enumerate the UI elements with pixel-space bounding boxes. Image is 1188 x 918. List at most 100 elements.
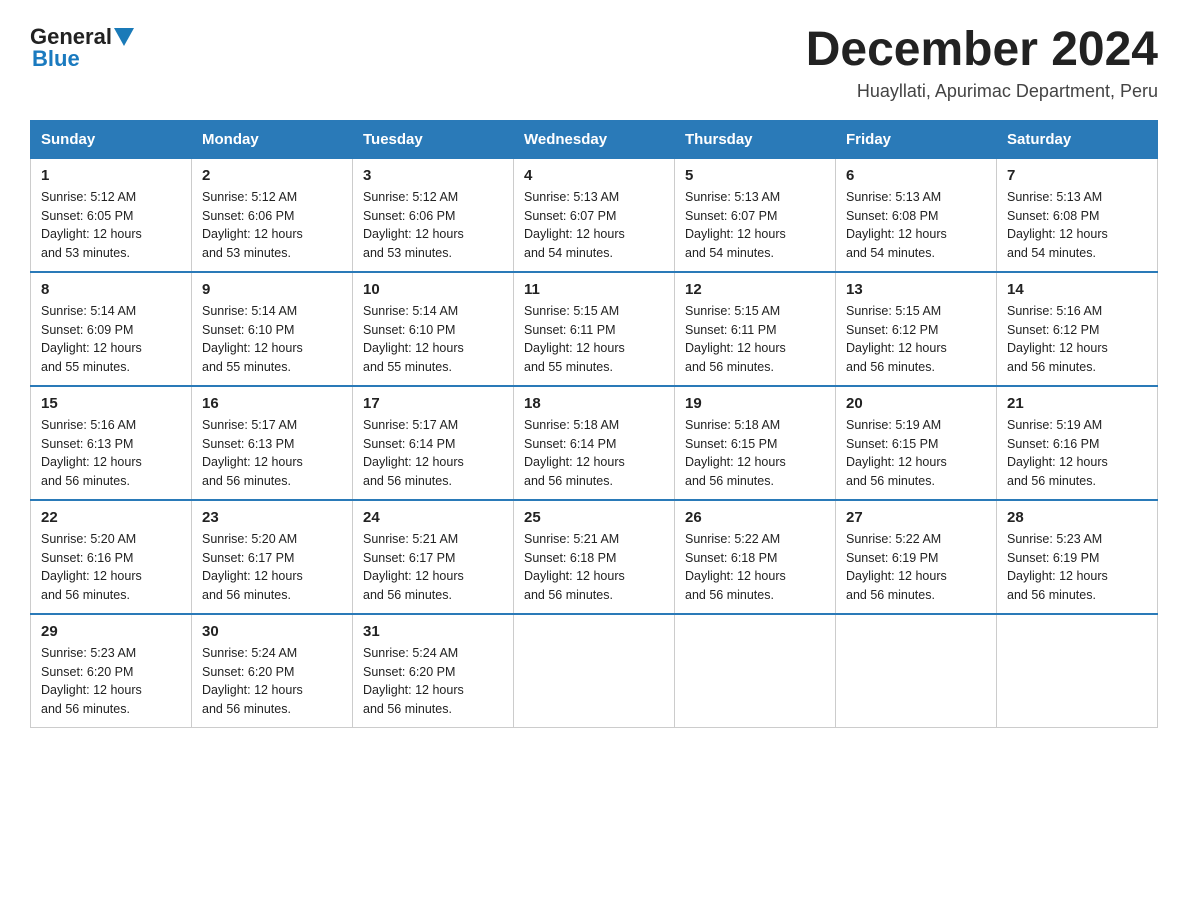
day-number: 12 — [685, 281, 825, 298]
day-number: 7 — [1007, 167, 1147, 184]
weekday-header-thursday: Thursday — [675, 120, 836, 158]
calendar-cell: 8 Sunrise: 5:14 AM Sunset: 6:09 PM Dayli… — [31, 272, 192, 386]
day-number: 26 — [685, 509, 825, 526]
day-info: Sunrise: 5:13 AM Sunset: 6:07 PM Dayligh… — [524, 188, 664, 263]
day-info: Sunrise: 5:15 AM Sunset: 6:11 PM Dayligh… — [524, 302, 664, 377]
day-info: Sunrise: 5:23 AM Sunset: 6:19 PM Dayligh… — [1007, 530, 1147, 605]
calendar-cell: 13 Sunrise: 5:15 AM Sunset: 6:12 PM Dayl… — [836, 272, 997, 386]
day-info: Sunrise: 5:22 AM Sunset: 6:19 PM Dayligh… — [846, 530, 986, 605]
weekday-header-wednesday: Wednesday — [514, 120, 675, 158]
calendar-cell: 5 Sunrise: 5:13 AM Sunset: 6:07 PM Dayli… — [675, 158, 836, 272]
day-number: 25 — [524, 509, 664, 526]
calendar-cell: 15 Sunrise: 5:16 AM Sunset: 6:13 PM Dayl… — [31, 386, 192, 500]
day-info: Sunrise: 5:24 AM Sunset: 6:20 PM Dayligh… — [202, 644, 342, 719]
calendar-cell: 7 Sunrise: 5:13 AM Sunset: 6:08 PM Dayli… — [997, 158, 1158, 272]
day-number: 1 — [41, 167, 181, 184]
day-number: 20 — [846, 395, 986, 412]
calendar-cell — [997, 614, 1158, 728]
day-number: 31 — [363, 623, 503, 640]
calendar-cell: 30 Sunrise: 5:24 AM Sunset: 6:20 PM Dayl… — [192, 614, 353, 728]
day-info: Sunrise: 5:24 AM Sunset: 6:20 PM Dayligh… — [363, 644, 503, 719]
day-info: Sunrise: 5:12 AM Sunset: 6:06 PM Dayligh… — [202, 188, 342, 263]
calendar-cell: 24 Sunrise: 5:21 AM Sunset: 6:17 PM Dayl… — [353, 500, 514, 614]
calendar-cell: 17 Sunrise: 5:17 AM Sunset: 6:14 PM Dayl… — [353, 386, 514, 500]
day-number: 14 — [1007, 281, 1147, 298]
page-header: General Blue December 2024 Huayllati, Ap… — [30, 24, 1158, 102]
calendar-cell: 26 Sunrise: 5:22 AM Sunset: 6:18 PM Dayl… — [675, 500, 836, 614]
day-number: 4 — [524, 167, 664, 184]
calendar-cell: 4 Sunrise: 5:13 AM Sunset: 6:07 PM Dayli… — [514, 158, 675, 272]
day-number: 13 — [846, 281, 986, 298]
calendar-title: December 2024 — [806, 24, 1158, 77]
calendar-cell: 23 Sunrise: 5:20 AM Sunset: 6:17 PM Dayl… — [192, 500, 353, 614]
calendar-subtitle: Huayllati, Apurimac Department, Peru — [806, 81, 1158, 102]
weekday-header-sunday: Sunday — [31, 120, 192, 158]
calendar-cell — [836, 614, 997, 728]
day-info: Sunrise: 5:16 AM Sunset: 6:12 PM Dayligh… — [1007, 302, 1147, 377]
logo: General Blue — [30, 24, 134, 73]
calendar-cell — [675, 614, 836, 728]
calendar-cell: 10 Sunrise: 5:14 AM Sunset: 6:10 PM Dayl… — [353, 272, 514, 386]
day-number: 23 — [202, 509, 342, 526]
calendar-cell: 18 Sunrise: 5:18 AM Sunset: 6:14 PM Dayl… — [514, 386, 675, 500]
day-info: Sunrise: 5:23 AM Sunset: 6:20 PM Dayligh… — [41, 644, 181, 719]
day-info: Sunrise: 5:20 AM Sunset: 6:16 PM Dayligh… — [41, 530, 181, 605]
day-number: 8 — [41, 281, 181, 298]
calendar-cell: 28 Sunrise: 5:23 AM Sunset: 6:19 PM Dayl… — [997, 500, 1158, 614]
calendar-cell: 1 Sunrise: 5:12 AM Sunset: 6:05 PM Dayli… — [31, 158, 192, 272]
day-info: Sunrise: 5:22 AM Sunset: 6:18 PM Dayligh… — [685, 530, 825, 605]
day-number: 2 — [202, 167, 342, 184]
logo-text-blue: Blue — [30, 46, 80, 72]
day-info: Sunrise: 5:20 AM Sunset: 6:17 PM Dayligh… — [202, 530, 342, 605]
logo-arrow-icon — [114, 28, 134, 48]
day-number: 22 — [41, 509, 181, 526]
calendar-cell — [514, 614, 675, 728]
weekday-header-tuesday: Tuesday — [353, 120, 514, 158]
day-number: 29 — [41, 623, 181, 640]
day-number: 3 — [363, 167, 503, 184]
calendar-cell: 21 Sunrise: 5:19 AM Sunset: 6:16 PM Dayl… — [997, 386, 1158, 500]
calendar-cell: 6 Sunrise: 5:13 AM Sunset: 6:08 PM Dayli… — [836, 158, 997, 272]
calendar-cell: 19 Sunrise: 5:18 AM Sunset: 6:15 PM Dayl… — [675, 386, 836, 500]
day-number: 28 — [1007, 509, 1147, 526]
weekday-header-saturday: Saturday — [997, 120, 1158, 158]
weekday-header-friday: Friday — [836, 120, 997, 158]
day-info: Sunrise: 5:14 AM Sunset: 6:09 PM Dayligh… — [41, 302, 181, 377]
day-number: 11 — [524, 281, 664, 298]
day-number: 17 — [363, 395, 503, 412]
day-number: 9 — [202, 281, 342, 298]
day-number: 21 — [1007, 395, 1147, 412]
day-number: 10 — [363, 281, 503, 298]
day-info: Sunrise: 5:21 AM Sunset: 6:17 PM Dayligh… — [363, 530, 503, 605]
day-info: Sunrise: 5:18 AM Sunset: 6:14 PM Dayligh… — [524, 416, 664, 491]
calendar-cell: 12 Sunrise: 5:15 AM Sunset: 6:11 PM Dayl… — [675, 272, 836, 386]
day-info: Sunrise: 5:13 AM Sunset: 6:08 PM Dayligh… — [1007, 188, 1147, 263]
day-info: Sunrise: 5:12 AM Sunset: 6:05 PM Dayligh… — [41, 188, 181, 263]
calendar-cell: 31 Sunrise: 5:24 AM Sunset: 6:20 PM Dayl… — [353, 614, 514, 728]
calendar-cell: 2 Sunrise: 5:12 AM Sunset: 6:06 PM Dayli… — [192, 158, 353, 272]
day-info: Sunrise: 5:19 AM Sunset: 6:15 PM Dayligh… — [846, 416, 986, 491]
calendar-cell: 11 Sunrise: 5:15 AM Sunset: 6:11 PM Dayl… — [514, 272, 675, 386]
calendar-cell: 9 Sunrise: 5:14 AM Sunset: 6:10 PM Dayli… — [192, 272, 353, 386]
day-info: Sunrise: 5:13 AM Sunset: 6:07 PM Dayligh… — [685, 188, 825, 263]
calendar-cell: 27 Sunrise: 5:22 AM Sunset: 6:19 PM Dayl… — [836, 500, 997, 614]
day-info: Sunrise: 5:17 AM Sunset: 6:13 PM Dayligh… — [202, 416, 342, 491]
day-number: 24 — [363, 509, 503, 526]
day-info: Sunrise: 5:13 AM Sunset: 6:08 PM Dayligh… — [846, 188, 986, 263]
weekday-header-monday: Monday — [192, 120, 353, 158]
calendar-cell: 22 Sunrise: 5:20 AM Sunset: 6:16 PM Dayl… — [31, 500, 192, 614]
day-number: 30 — [202, 623, 342, 640]
day-number: 19 — [685, 395, 825, 412]
day-info: Sunrise: 5:17 AM Sunset: 6:14 PM Dayligh… — [363, 416, 503, 491]
day-number: 18 — [524, 395, 664, 412]
day-info: Sunrise: 5:15 AM Sunset: 6:11 PM Dayligh… — [685, 302, 825, 377]
day-info: Sunrise: 5:12 AM Sunset: 6:06 PM Dayligh… — [363, 188, 503, 263]
calendar-cell: 16 Sunrise: 5:17 AM Sunset: 6:13 PM Dayl… — [192, 386, 353, 500]
calendar-cell: 14 Sunrise: 5:16 AM Sunset: 6:12 PM Dayl… — [997, 272, 1158, 386]
day-number: 15 — [41, 395, 181, 412]
day-info: Sunrise: 5:15 AM Sunset: 6:12 PM Dayligh… — [846, 302, 986, 377]
day-info: Sunrise: 5:14 AM Sunset: 6:10 PM Dayligh… — [363, 302, 503, 377]
calendar-cell: 25 Sunrise: 5:21 AM Sunset: 6:18 PM Dayl… — [514, 500, 675, 614]
title-block: December 2024 Huayllati, Apurimac Depart… — [806, 24, 1158, 102]
day-info: Sunrise: 5:16 AM Sunset: 6:13 PM Dayligh… — [41, 416, 181, 491]
